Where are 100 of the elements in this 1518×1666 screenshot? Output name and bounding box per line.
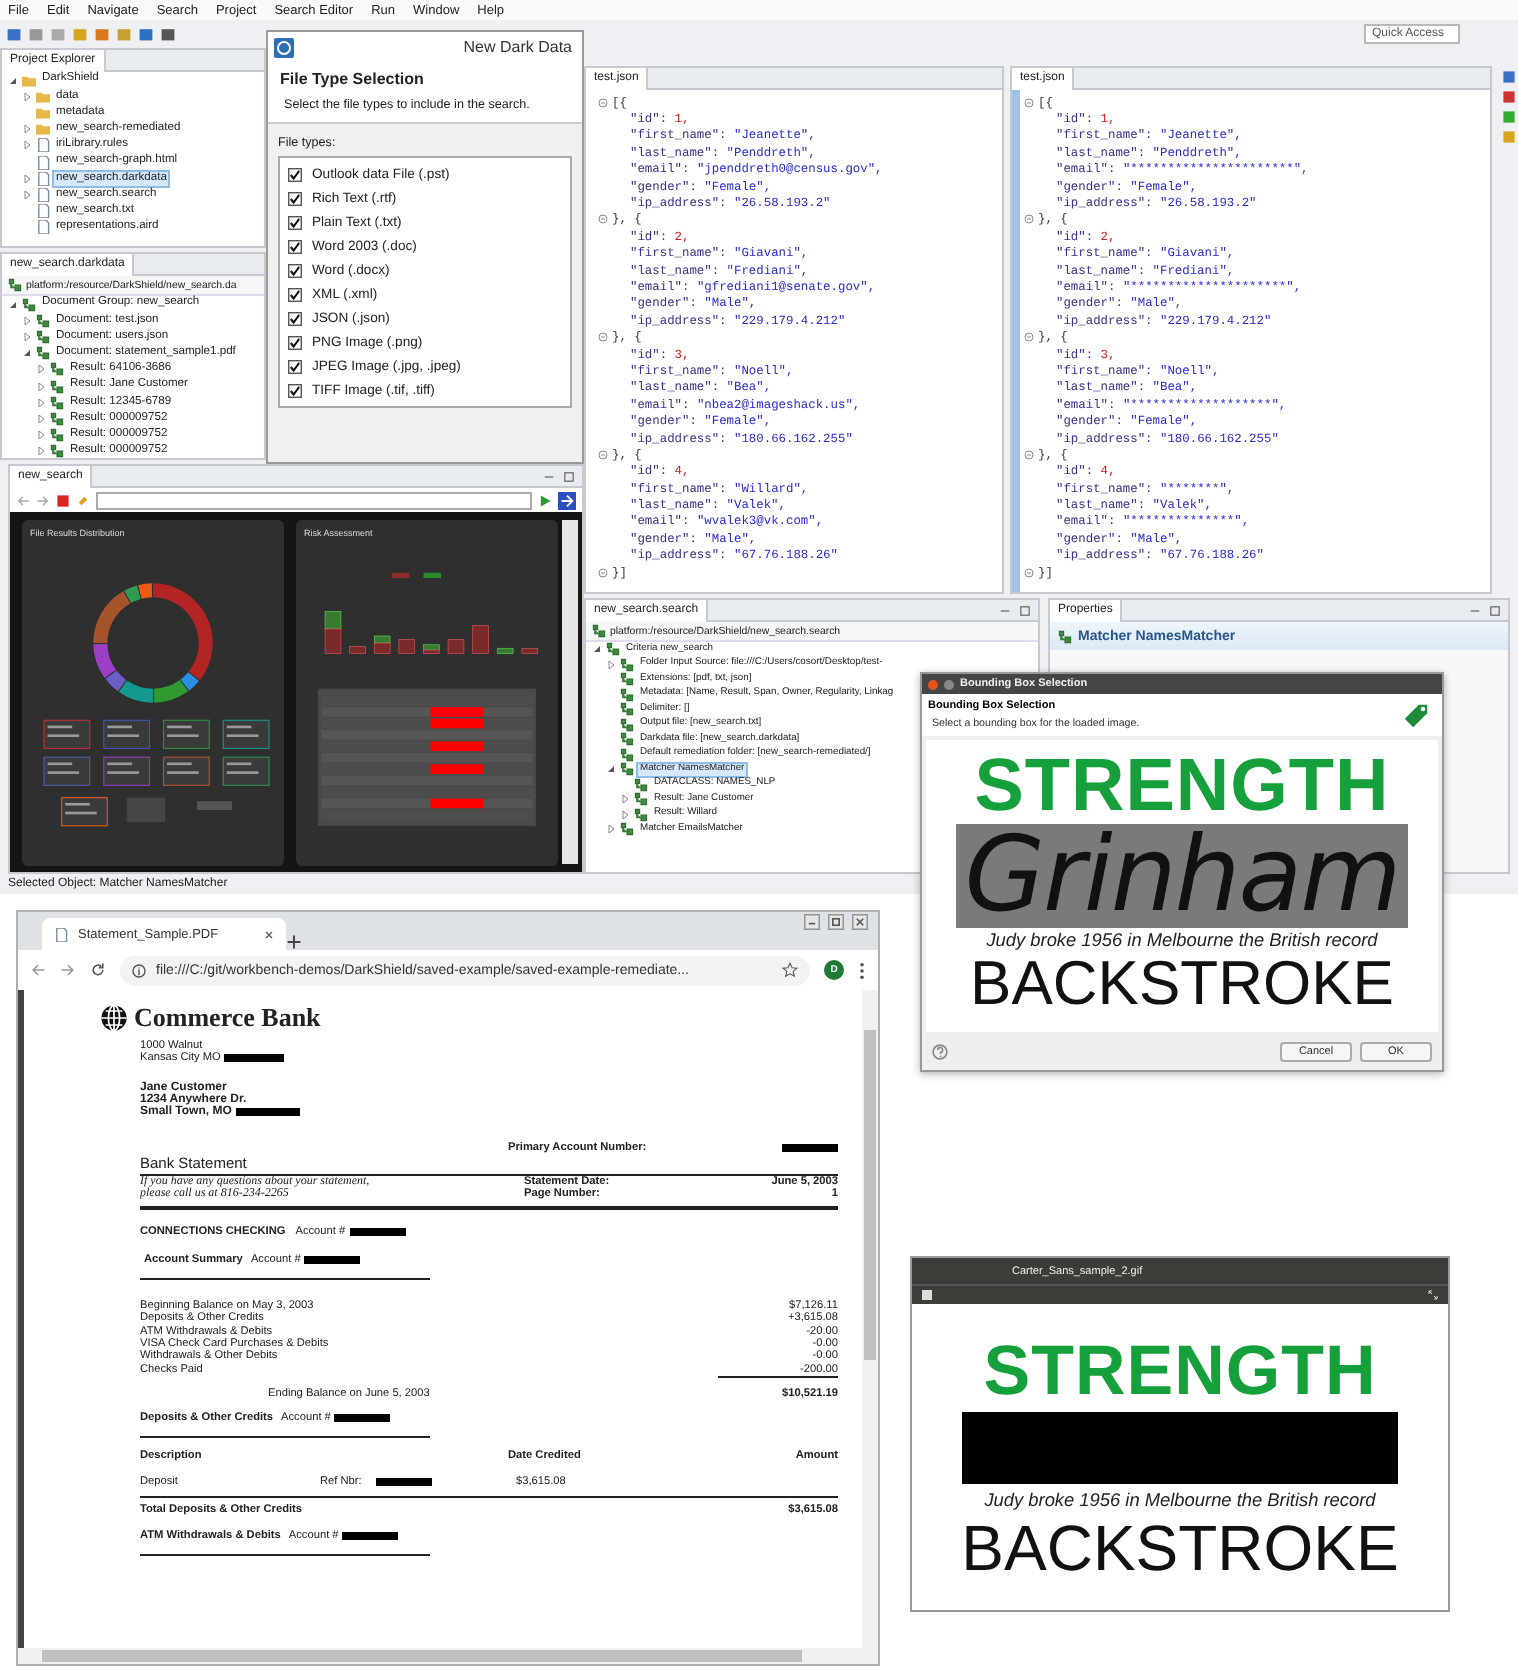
checkbox[interactable] (288, 311, 302, 325)
reload-icon[interactable] (90, 962, 106, 978)
checkbox[interactable] (288, 263, 302, 277)
bar (447, 639, 465, 654)
collapsed-arrow-icon[interactable] (21, 91, 31, 102)
collapsed-arrow-icon[interactable] (21, 140, 31, 151)
collapsed-arrow-icon[interactable] (21, 331, 31, 342)
fold-icon[interactable] (1024, 332, 1034, 343)
collapsed-arrow-icon[interactable] (21, 315, 31, 326)
stop-icon[interactable] (56, 493, 70, 507)
collapsed-arrow-icon[interactable] (35, 446, 45, 457)
caption-text: Judy broke 1956 in Melbourne the British record (986, 930, 1378, 950)
collapsed-arrow-icon[interactable] (619, 794, 629, 805)
bank-logo-text: Commerce Bank (134, 1002, 321, 1034)
bar (496, 647, 514, 654)
collapsed-arrow-icon[interactable] (35, 430, 45, 441)
display-text: BACKSTROKE (970, 952, 1394, 1014)
expanded-arrow-icon[interactable] (605, 764, 615, 775)
collapsed-arrow-icon[interactable] (35, 397, 45, 408)
redaction-bar (334, 1413, 391, 1422)
image-preview[interactable]: STRENGTH Grinham Judy broke 1956 in Melbourne the British record BACKSTROKE (926, 740, 1438, 1032)
caption-text: Judy broke 1956 in Melbourne the British record (984, 1489, 1376, 1509)
help-icon[interactable] (932, 1044, 948, 1060)
bar (324, 611, 342, 630)
dialog-title: New Dark Data (463, 38, 572, 56)
redaction-bar (342, 1531, 399, 1540)
checkbox[interactable] (288, 191, 302, 205)
scrollbar[interactable] (18, 1648, 878, 1664)
app-logo-icon (274, 37, 294, 57)
fold-icon[interactable] (598, 567, 608, 578)
collapsed-arrow-icon[interactable] (21, 173, 31, 184)
bar (349, 646, 366, 654)
collapsed-arrow-icon[interactable] (619, 809, 629, 820)
legend-tile (43, 719, 91, 750)
fold-icon[interactable] (598, 332, 608, 343)
refresh-icon[interactable] (76, 493, 90, 507)
collapsed-arrow-icon[interactable] (21, 124, 31, 135)
legend-tile (61, 797, 108, 827)
collapsed-arrow-icon[interactable] (35, 413, 45, 424)
checkbox[interactable] (288, 335, 302, 349)
tag-icon (1402, 701, 1430, 729)
legend-tile (162, 756, 210, 786)
fold-icon[interactable] (1024, 214, 1034, 225)
forward-arrow-icon[interactable] (60, 962, 76, 978)
redaction-bar (349, 1228, 406, 1236)
checkbox[interactable] (288, 383, 302, 397)
redaction-bar (376, 1477, 432, 1486)
fold-icon[interactable] (598, 214, 608, 225)
collapsed-arrow-icon[interactable] (35, 381, 45, 392)
node-icon (8, 278, 22, 292)
file-icon (54, 927, 68, 941)
highlighted-word: Grinham (956, 824, 1408, 928)
checkbox[interactable] (288, 215, 302, 229)
maximize-icon (1488, 603, 1502, 617)
bar (472, 625, 489, 654)
fold-icon[interactable] (1024, 97, 1034, 108)
checkbox[interactable] (288, 167, 302, 181)
back-arrow-icon[interactable] (30, 962, 46, 978)
back-arrow-icon[interactable] (16, 493, 30, 507)
fold-icon[interactable] (598, 97, 608, 108)
expanded-arrow-icon[interactable] (7, 299, 17, 310)
checkbox[interactable] (288, 239, 302, 253)
collapsed-arrow-icon[interactable] (605, 824, 615, 835)
maximize-icon[interactable] (826, 914, 846, 930)
minimize-icon[interactable] (944, 679, 954, 689)
collapsed-arrow-icon[interactable] (21, 189, 31, 200)
scrollbar[interactable] (562, 520, 578, 864)
legend-tile (103, 756, 151, 786)
forward-arrow-icon[interactable] (36, 493, 50, 507)
legend-tile (162, 719, 210, 750)
legend-tile (222, 756, 270, 786)
url-field[interactable] (96, 491, 532, 509)
expanded-arrow-icon[interactable] (7, 75, 17, 86)
legend-tile (196, 801, 233, 810)
dialog-heading: File Type Selection (280, 70, 426, 88)
checkbox[interactable] (288, 287, 302, 301)
fold-icon[interactable] (598, 449, 608, 460)
maximize-icon (562, 469, 576, 483)
checkbox[interactable] (288, 359, 302, 373)
legend-tile (103, 719, 151, 750)
collapsed-arrow-icon[interactable] (35, 364, 45, 375)
redaction-bar (235, 1108, 300, 1116)
fold-icon[interactable] (1024, 449, 1034, 460)
scrollbar[interactable] (862, 990, 878, 1648)
legend-swatch (423, 572, 442, 578)
headline-text: STRENGTH (983, 1335, 1377, 1405)
play-icon[interactable] (538, 493, 552, 507)
fullscreen-icon[interactable] (1428, 1290, 1438, 1300)
go-icon[interactable] (558, 491, 576, 509)
legend-tile (222, 719, 270, 750)
headline-text: STRENGTH (974, 748, 1390, 822)
bar (398, 639, 416, 654)
fold-icon[interactable] (1024, 567, 1034, 578)
new-tab-icon[interactable] (286, 934, 302, 950)
collapsed-arrow-icon[interactable] (605, 659, 615, 670)
expanded-arrow-icon[interactable] (591, 644, 601, 655)
expanded-arrow-icon[interactable] (21, 348, 31, 359)
more-icon[interactable] (858, 961, 866, 979)
legend-tile (43, 756, 91, 786)
star-icon[interactable] (782, 962, 798, 978)
